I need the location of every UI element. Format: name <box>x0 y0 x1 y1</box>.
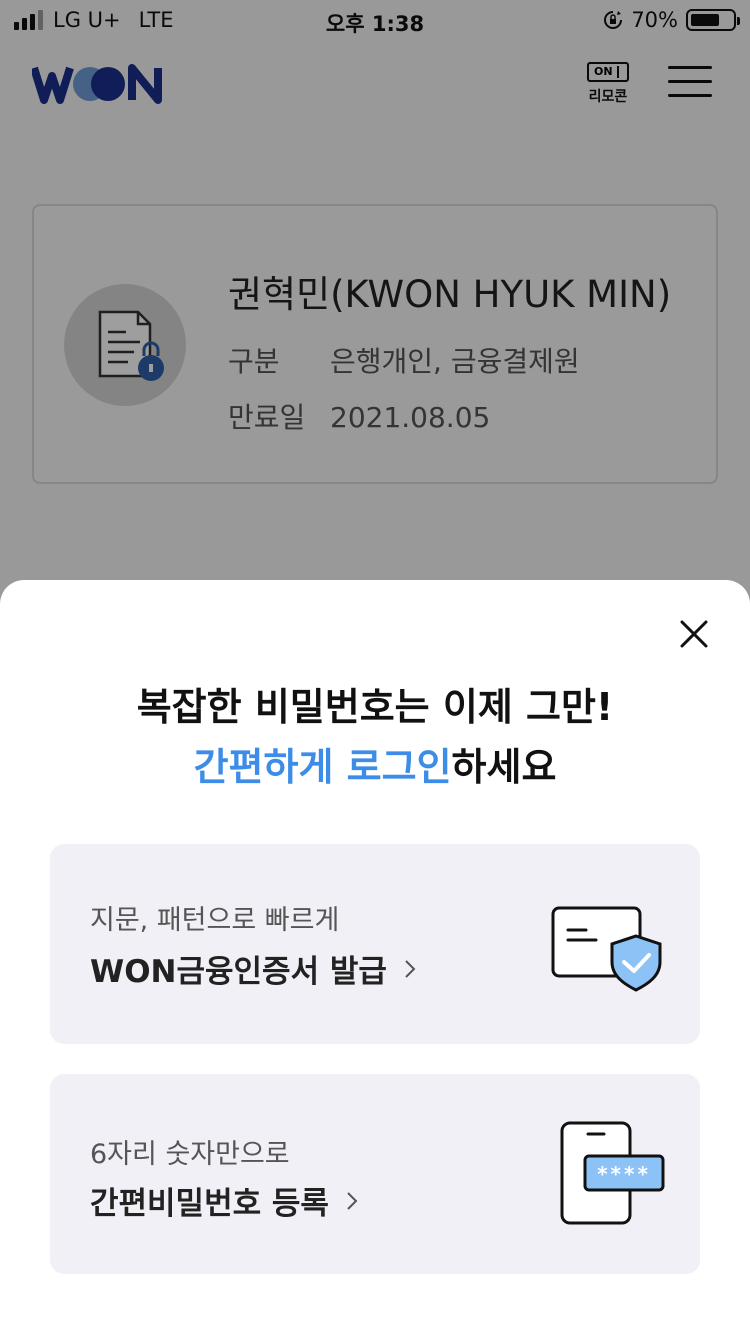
sheet-subtitle-rest: 하세요 <box>451 745 557 789</box>
option-description: 지문, 패턴으로 빠르게 <box>90 905 340 936</box>
issue-won-certificate-option[interactable]: 지문, 패턴으로 빠르게 WON금융인증서 발급 <box>50 844 700 1044</box>
orientation-lock-icon <box>604 11 623 29</box>
won-logo-mark <box>32 64 162 104</box>
password-mask: **** <box>597 1162 651 1186</box>
certificate-type-row: 구분 은행개인, 금융결제원 <box>228 340 580 380</box>
document-lock-icon <box>98 310 164 381</box>
option-title-text: WON금융인증서 발급 <box>90 954 387 990</box>
bottom-sheet: 복잡한 비밀번호는 이제 그만! 간편하게 로그인하세요 지문, 패턴으로 빠르… <box>0 580 750 1334</box>
type-value: 은행개인, 금융결제원 <box>330 345 580 378</box>
remote-control-button[interactable]: ON 리모콘 <box>584 62 632 106</box>
certificate-expiry-row: 만료일 2021.08.05 <box>228 396 490 436</box>
option-title: 간편비밀번호 등록 <box>90 1178 361 1223</box>
status-bar: LG U+ LTE 오후 1:38 70% <box>0 0 750 40</box>
certificate-holder-name: 권혁민(KWON HYUK MIN) <box>228 273 672 316</box>
certificate-card[interactable]: 권혁민(KWON HYUK MIN) 구분 은행개인, 금융결제원 만료일 2021… <box>32 204 718 484</box>
expiry-value: 2021.08.05 <box>330 401 491 434</box>
won-logo[interactable] <box>32 62 172 106</box>
expiry-label: 만료일 <box>228 401 306 434</box>
option-title-text: 간편비밀번호 등록 <box>90 1186 329 1222</box>
register-simple-password-option[interactable]: 6자리 숫자만으로 간편비밀번호 등록 **** <box>50 1074 700 1274</box>
certificate-shield-icon <box>551 906 662 992</box>
battery-percent: 70% <box>631 8 678 32</box>
chevron-right-icon <box>347 1191 358 1210</box>
certificate-avatar <box>64 284 186 406</box>
sheet-subtitle-accent: 간편하게 로그인 <box>193 745 452 789</box>
battery-icon <box>686 9 740 31</box>
sheet-subtitle: 간편하게 로그인하세요 <box>0 736 750 791</box>
close-icon[interactable] <box>670 610 718 658</box>
remote-on-badge: ON <box>587 62 629 82</box>
hamburger-menu-icon[interactable] <box>668 66 712 100</box>
sheet-title: 복잡한 비밀번호는 이제 그만! <box>136 685 614 729</box>
app-header: ON 리모콘 <box>0 48 750 128</box>
type-label: 구분 <box>228 345 280 378</box>
option-title: WON금융인증서 발급 <box>90 946 419 991</box>
chevron-right-icon <box>405 959 416 978</box>
option-description: 6자리 숫자만으로 <box>90 1139 290 1170</box>
remote-label: 리모콘 <box>588 89 628 105</box>
